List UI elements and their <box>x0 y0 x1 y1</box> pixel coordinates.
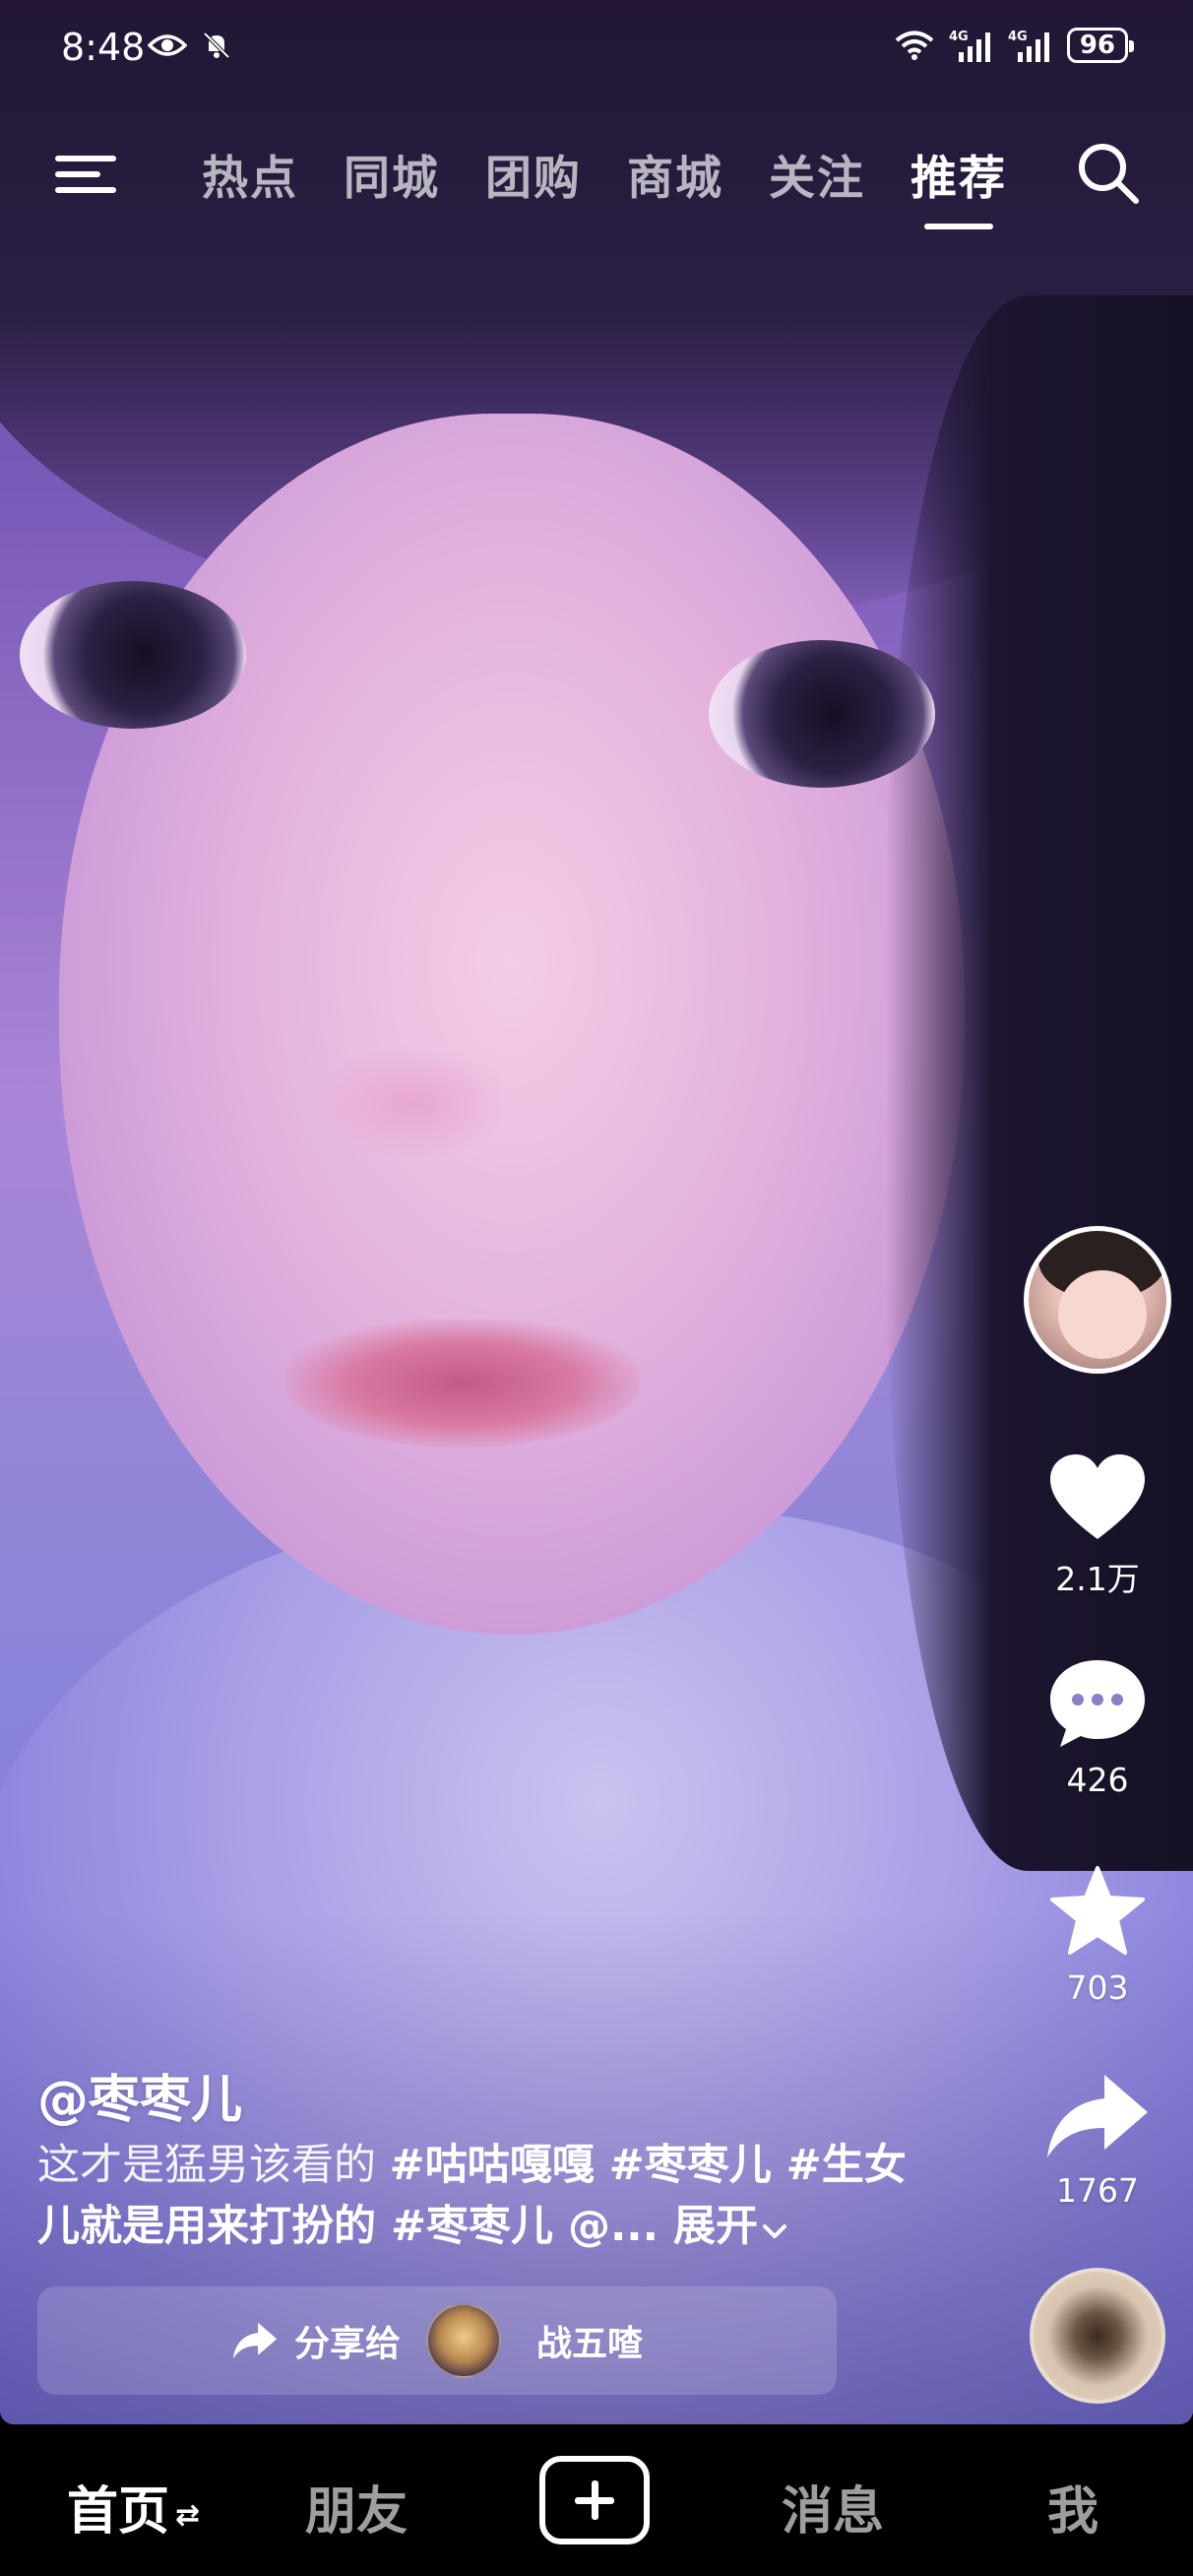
comment-icon <box>1050 1660 1145 1747</box>
status-time: 8:48 <box>61 26 146 69</box>
star-icon <box>1050 1866 1145 1955</box>
tab-local[interactable]: 同城 <box>344 128 440 208</box>
favorite-button[interactable]: 703 <box>1024 1864 1171 2007</box>
share-to-friend-bar[interactable]: 分享给 战五喳 <box>37 2286 837 2395</box>
wifi-icon <box>895 31 934 60</box>
signal-4g-icon: 4G <box>949 30 990 62</box>
creator-avatar[interactable] <box>1024 1226 1171 1374</box>
favorite-count: 703 <box>1066 1968 1129 2007</box>
menu-icon-line <box>55 156 116 161</box>
share-arrow-icon <box>232 2322 278 2359</box>
battery-indicator: 96 <box>1066 28 1135 63</box>
like-count: 2.1万 <box>1055 1560 1140 1598</box>
status-bar: 8:48 4G 4G 96 <box>0 0 1193 98</box>
share-count: 1767 <box>1056 2171 1139 2210</box>
video-right-eye <box>709 640 935 788</box>
menu-icon-line <box>55 171 100 177</box>
bottom-tab-bar: 首页 ⇄ 朋友 消息 我 <box>0 2424 1193 2576</box>
hashtag[interactable]: #咕咕嘎嘎 <box>390 2141 595 2190</box>
menu-button[interactable] <box>55 142 118 197</box>
top-nav: 热点 同城 团购 商城 关注 推荐 <box>0 128 1193 236</box>
tab-home-label: 首页 <box>67 2482 170 2542</box>
tab-me[interactable]: 我 <box>1047 2470 1099 2544</box>
status-left-icons <box>148 30 232 61</box>
share-arrow-icon <box>1047 2075 1148 2157</box>
comment-button[interactable]: 426 <box>1024 1656 1171 1799</box>
video-hair-right <box>886 295 1193 1871</box>
share-button[interactable]: 1767 <box>1024 2071 1171 2210</box>
video-left-eye <box>20 581 246 729</box>
eye-icon <box>148 34 187 56</box>
share-label: 分享给 <box>293 2324 401 2364</box>
svg-text:4G: 4G <box>1008 30 1028 44</box>
tab-hot[interactable]: 热点 <box>202 128 298 208</box>
like-button[interactable]: 2.1万 <box>1024 1452 1171 1600</box>
tab-home[interactable]: 首页 ⇄ <box>67 2470 200 2544</box>
expand-button[interactable]: 展开 <box>659 2202 758 2251</box>
feed-tabs: 热点 同城 团购 商城 关注 推荐 <box>202 128 1007 229</box>
video-nose <box>315 1044 512 1162</box>
switch-arrows-icon: ⇄ <box>175 2497 201 2533</box>
tab-mall[interactable]: 商城 <box>627 128 723 208</box>
description-text: 这才是猛男该看的 <box>37 2141 390 2190</box>
tab-friends[interactable]: 朋友 <box>305 2470 408 2544</box>
friend-name: 战五喳 <box>536 2324 644 2364</box>
svg-text:4G: 4G <box>949 30 969 44</box>
tab-group-buy[interactable]: 团购 <box>485 128 582 208</box>
hashtag[interactable]: #枣枣儿 <box>595 2141 772 2190</box>
video-description[interactable]: 这才是猛男该看的 #咕咕嘎嘎 #枣枣儿 #生女儿就是用来打扮的 #枣枣儿 @..… <box>37 2135 923 2257</box>
menu-icon-line <box>55 187 116 193</box>
tab-messages[interactable]: 消息 <box>782 2470 884 2544</box>
mute-bell-icon <box>203 32 230 59</box>
music-disc-icon[interactable] <box>1030 2268 1165 2404</box>
hashtag[interactable]: #枣枣儿 <box>376 2202 553 2251</box>
signal-4g-icon: 4G <box>1008 30 1049 62</box>
author-name[interactable]: @枣枣儿 <box>37 2058 242 2132</box>
comment-count: 426 <box>1066 1761 1129 1799</box>
heart-icon <box>1050 1454 1145 1539</box>
tab-following[interactable]: 关注 <box>769 128 865 208</box>
chevron-down-icon <box>762 2224 786 2238</box>
mention[interactable]: @... <box>553 2202 659 2251</box>
tab-recommended[interactable]: 推荐 <box>910 128 1007 229</box>
video-mouth <box>285 1320 640 1448</box>
status-right-icons: 4G 4G 96 <box>894 28 1135 63</box>
search-icon[interactable] <box>1073 138 1144 209</box>
friend-avatar <box>426 2303 501 2378</box>
create-button[interactable] <box>539 2456 650 2544</box>
avatar-face <box>1058 1270 1147 1359</box>
